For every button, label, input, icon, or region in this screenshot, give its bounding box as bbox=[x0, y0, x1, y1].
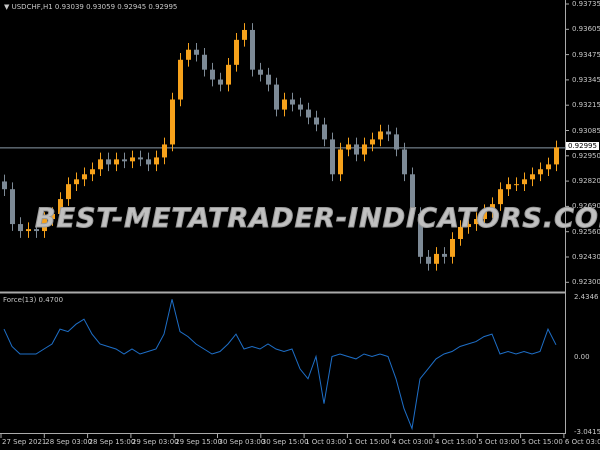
price-tick-label: 0.92560 bbox=[572, 227, 600, 236]
price-tick-label: 0.92820 bbox=[572, 177, 600, 186]
candle-body bbox=[218, 79, 223, 85]
candle-body bbox=[122, 159, 127, 162]
candle-body bbox=[426, 256, 431, 264]
candle-body bbox=[114, 159, 119, 165]
time-tick-label: 6 Oct 03:00 bbox=[564, 438, 600, 446]
time-tick-label: 4 Oct 03:00 bbox=[391, 438, 433, 446]
candle-body bbox=[378, 131, 383, 140]
candle-body bbox=[66, 184, 71, 200]
candle-body bbox=[242, 29, 247, 40]
candle-body bbox=[10, 189, 15, 225]
candle-body bbox=[450, 238, 455, 257]
price-tick-label: 0.93735 bbox=[572, 0, 600, 8]
candle-body bbox=[506, 184, 511, 190]
candle-body bbox=[90, 169, 95, 175]
price-tick-label: 0.92300 bbox=[572, 278, 600, 287]
candle-body bbox=[154, 157, 159, 165]
price-tick-label: 0.93475 bbox=[572, 50, 600, 59]
time-tick-label: 5 Oct 03:00 bbox=[478, 438, 520, 446]
candle-body bbox=[178, 59, 183, 100]
candle-body bbox=[354, 144, 359, 155]
candle-body bbox=[274, 84, 279, 110]
candle-body bbox=[514, 184, 519, 186]
price-tick-label: 0.93605 bbox=[572, 25, 600, 34]
candle-body bbox=[258, 69, 263, 75]
watermark: BEST-METATRADER-INDICATORS.COM bbox=[35, 203, 600, 235]
force-index-line bbox=[3, 299, 557, 431]
price-tick-label: 0.92430 bbox=[572, 253, 600, 261]
candle-body bbox=[338, 149, 343, 175]
candle-body bbox=[370, 139, 375, 145]
indicator-tick-label: -3.0415 bbox=[574, 428, 600, 436]
time-tick-label: 5 Oct 15:00 bbox=[521, 438, 563, 446]
candle-body bbox=[554, 147, 559, 165]
candle-body bbox=[330, 139, 335, 175]
candle-body bbox=[74, 179, 79, 185]
time-tick-label: 30 Sep 03:00 bbox=[218, 438, 266, 446]
candle-body bbox=[106, 159, 111, 165]
time-tick-label: 28 Sep 15:00 bbox=[88, 438, 136, 446]
candle-body bbox=[210, 69, 215, 80]
indicator-tick-label: 2.4346 bbox=[574, 293, 599, 301]
price-tick-label: 0.93345 bbox=[572, 75, 600, 84]
candle-body bbox=[226, 64, 231, 85]
candle-body bbox=[362, 144, 367, 155]
candle-body bbox=[2, 181, 7, 190]
time-tick-label: 4 Oct 15:00 bbox=[435, 438, 477, 446]
candle-body bbox=[26, 229, 31, 232]
candle-body bbox=[266, 74, 271, 85]
candle-body bbox=[442, 253, 447, 257]
candle-body bbox=[530, 174, 535, 180]
time-tick-label: 27 Sep 2021 bbox=[2, 438, 47, 446]
candle-body bbox=[546, 164, 551, 170]
indicator-tick-label: 0.00 bbox=[574, 353, 590, 361]
candle-body bbox=[522, 179, 527, 185]
candle-body bbox=[202, 54, 207, 70]
candle-body bbox=[170, 99, 175, 145]
candle-body bbox=[314, 117, 319, 125]
chart-title: ▼ USDCHF,H1 0.93039 0.93059 0.92945 0.92… bbox=[4, 3, 178, 11]
price-tick-label: 0.93215 bbox=[572, 101, 600, 110]
time-tick-label: 29 Sep 03:00 bbox=[131, 438, 179, 446]
candle-body bbox=[130, 157, 135, 162]
price-tick-label: 0.93085 bbox=[572, 126, 600, 135]
candle-body bbox=[186, 49, 191, 60]
candle-body bbox=[498, 189, 503, 205]
candle-body bbox=[306, 109, 311, 118]
candle-body bbox=[98, 159, 103, 170]
time-tick-label: 28 Sep 03:00 bbox=[45, 438, 93, 446]
current-price-label: 0.92995 bbox=[566, 142, 599, 150]
candle-body bbox=[298, 104, 303, 110]
price-tick-label: 0.92690 bbox=[572, 202, 600, 211]
candle-body bbox=[346, 144, 351, 150]
candle-body bbox=[82, 174, 87, 180]
candle-body bbox=[18, 224, 23, 232]
candle-body bbox=[250, 29, 255, 70]
candle-body bbox=[402, 149, 407, 175]
candle-body bbox=[290, 99, 295, 105]
indicator-title: Force(13) 0.4700 bbox=[3, 296, 64, 304]
time-tick-label: 30 Sep 15:00 bbox=[261, 438, 309, 446]
candle-body bbox=[138, 157, 143, 160]
candle-body bbox=[538, 169, 543, 175]
candle-body bbox=[234, 39, 239, 65]
candle-body bbox=[394, 134, 399, 150]
candle-body bbox=[282, 99, 287, 110]
time-tick-label: 1 Oct 03:00 bbox=[305, 438, 347, 446]
candle-body bbox=[162, 144, 167, 158]
time-tick-label: 1 Oct 15:00 bbox=[348, 438, 390, 446]
candle-body bbox=[322, 124, 327, 140]
candle-body bbox=[434, 253, 439, 264]
candle-body bbox=[194, 49, 199, 55]
price-tick-label: 0.92950 bbox=[572, 151, 600, 160]
time-tick-label: 29 Sep 15:00 bbox=[175, 438, 222, 446]
candle-body bbox=[146, 159, 151, 165]
candle-body bbox=[386, 131, 391, 135]
